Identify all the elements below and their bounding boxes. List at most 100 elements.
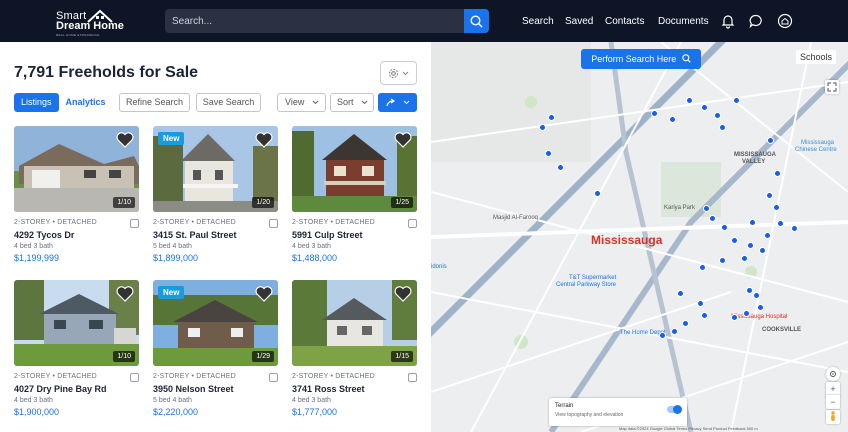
listing-address[interactable]: 3415 St. Paul Street [153,230,237,240]
tab-analytics[interactable]: Analytics [59,93,113,112]
map-pin[interactable] [747,242,754,249]
nav-saved[interactable]: Saved [565,0,593,42]
street-view-button[interactable] [826,410,840,424]
map-pin[interactable] [749,219,756,226]
listing-photo[interactable]: 1/10 [14,280,139,366]
map-pin[interactable] [766,192,773,199]
map-pin[interactable] [741,255,748,262]
map-pin[interactable] [697,300,704,307]
search-button[interactable] [464,9,489,33]
map-pin[interactable] [731,314,738,321]
chat-icon[interactable] [748,13,764,29]
heart-icon[interactable] [115,130,135,150]
logo[interactable]: Smart Dream Home REAL HOME EXPERIENCE [56,6,146,37]
map-pin[interactable] [764,232,771,239]
heart-icon[interactable] [254,130,274,150]
map-pin[interactable] [777,220,784,227]
map-pin[interactable] [699,264,706,271]
map-pin[interactable] [743,310,750,317]
map-pin[interactable] [686,97,693,104]
map-pin[interactable] [773,204,780,211]
save-search-button[interactable]: Save Search [196,93,261,112]
select-checkbox[interactable] [130,373,139,382]
map-pin[interactable] [719,124,726,131]
map-pin[interactable] [539,124,546,131]
map-pin[interactable] [791,225,798,232]
terrain-toggle[interactable] [667,405,682,414]
bell-icon[interactable] [720,13,736,29]
heart-icon[interactable] [254,284,274,304]
zoom-out-button[interactable]: − [826,395,840,409]
select-checkbox[interactable] [269,373,278,382]
select-checkbox[interactable] [408,219,417,228]
sort-dropdown[interactable]: Sort [330,93,374,112]
map-pin[interactable] [767,137,774,144]
view-dropdown[interactable]: View [277,93,326,112]
map-pin[interactable] [545,150,552,157]
map-pin[interactable] [719,257,726,264]
search-bar [165,9,489,33]
select-checkbox[interactable] [130,219,139,228]
listing-card[interactable]: New 1/20 2-STOREY • DETACHED 3415 St. Pa… [153,126,278,276]
map-pin[interactable] [733,97,740,104]
listing-photo[interactable]: 1/10 [14,126,139,212]
listing-address[interactable]: 4292 Tycos Dr [14,230,74,240]
nav-search[interactable]: Search [522,0,554,42]
map-pin[interactable] [701,312,708,319]
listing-photo[interactable]: New 1/20 [153,126,278,212]
map-pin[interactable] [677,290,684,297]
fullscreen-button[interactable] [825,80,839,94]
listing-photo[interactable]: 1/25 [292,126,417,212]
perform-search-button[interactable]: Perform Search Here [581,49,701,69]
locate-button[interactable] [826,367,840,381]
nav-documents[interactable]: Documents [658,0,709,42]
listing-card[interactable]: 1/25 2-STOREY • DETACHED 5991 Culp Stree… [292,126,417,276]
select-checkbox[interactable] [408,373,417,382]
listing-address[interactable]: 4027 Dry Pine Bay Rd [14,384,107,394]
listing-card[interactable]: New 1/29 2-STOREY • DETACHED 3950 Nelson… [153,280,278,430]
map-pin[interactable] [548,114,555,121]
map-pin[interactable] [709,215,716,222]
map-pin[interactable] [594,190,601,197]
nav-documents-label: Documents [658,15,709,27]
map-pin[interactable] [757,304,764,311]
listing-photo[interactable]: 1/15 [292,280,417,366]
map-view[interactable]: Perform Search Here Schools Mississauga … [431,42,848,432]
listing-photo[interactable]: New 1/29 [153,280,278,366]
refine-search-button[interactable]: Refine Search [119,93,190,112]
share-dropdown[interactable] [378,93,417,112]
listing-card[interactable]: 1/15 2-STOREY • DETACHED 3741 Ross Stree… [292,280,417,430]
home-icon[interactable] [777,13,793,29]
listing-card[interactable]: 1/10 2-STOREY • DETACHED 4027 Dry Pine B… [14,280,139,430]
map-pin[interactable] [731,237,738,244]
map-pin[interactable] [651,110,658,117]
settings-button[interactable] [380,61,417,85]
listing-address[interactable]: 3741 Ross Street [292,384,365,394]
listing-address[interactable]: 5991 Culp Street [292,230,363,240]
map-pin[interactable] [774,170,781,177]
map-pin[interactable] [753,292,760,299]
map-pin[interactable] [682,320,689,327]
map-pin[interactable] [714,112,721,119]
heart-icon[interactable] [393,284,413,304]
map-pin[interactable] [721,224,728,231]
schools-toggle[interactable]: Schools [796,50,837,64]
map-pin[interactable] [746,287,753,294]
map-pin[interactable] [669,116,676,123]
map-pin[interactable] [671,328,678,335]
search-input[interactable] [165,9,465,33]
zoom-in-button[interactable]: + [826,382,840,396]
map-pin[interactable] [701,104,708,111]
heart-icon[interactable] [393,130,413,150]
nav-contacts[interactable]: Contacts [605,0,644,42]
heart-icon[interactable] [115,284,135,304]
map-pin[interactable] [557,164,564,171]
map-pin[interactable] [759,247,766,254]
map-pin[interactable] [659,332,666,339]
terrain-panel[interactable]: Terrain View topography and elevation [549,398,687,426]
tab-listings[interactable]: Listings [14,93,59,112]
select-checkbox[interactable] [269,219,278,228]
map-pin[interactable] [703,205,710,212]
listing-card[interactable]: 1/10 2-STOREY • DETACHED 4292 Tycos Dr 4… [14,126,139,276]
listing-address[interactable]: 3950 Nelson Street [153,384,234,394]
